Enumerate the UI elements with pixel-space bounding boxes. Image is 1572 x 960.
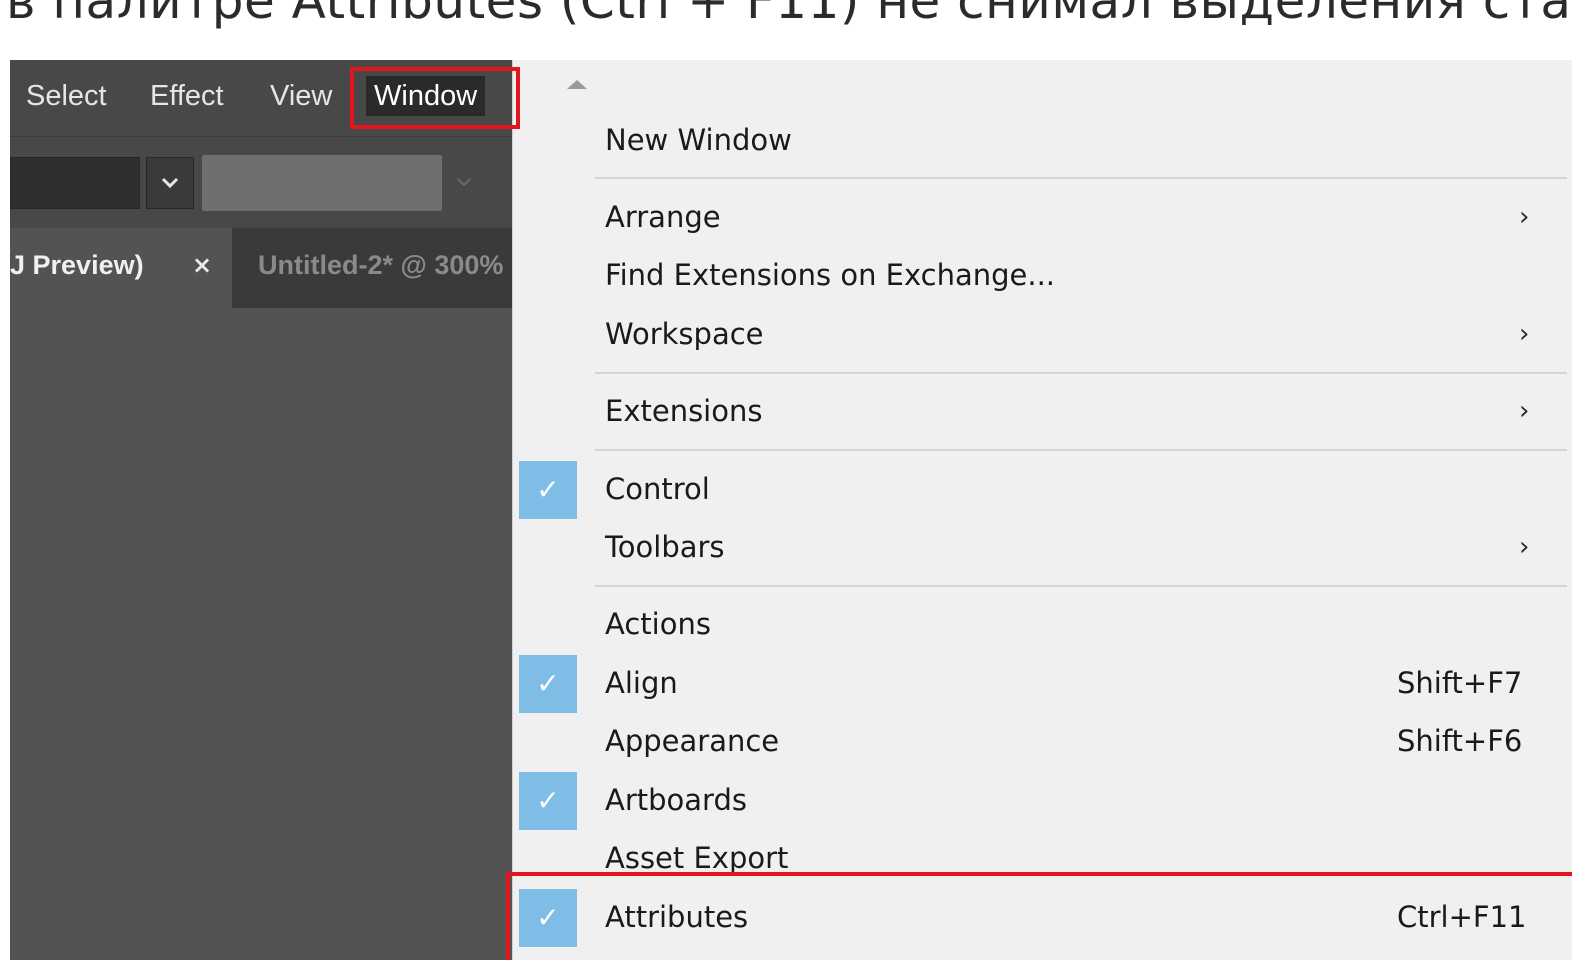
- tab-active-document[interactable]: J Preview) ×: [10, 228, 232, 308]
- submenu-arrow-icon: ›: [1519, 532, 1530, 562]
- menu-item-label: Arrange: [605, 200, 721, 234]
- menu-item-new-window[interactable]: New Window: [513, 112, 1572, 168]
- close-icon[interactable]: ×: [192, 250, 216, 280]
- menu-item-label: Align: [605, 666, 678, 700]
- highlight-attributes-item: [506, 872, 1572, 960]
- control-toolbar: [10, 136, 512, 228]
- menu-view[interactable]: View: [262, 76, 340, 116]
- toolbar-field[interactable]: [10, 157, 140, 209]
- menu-separator: [595, 585, 1567, 587]
- caption-text: в палитре Attributes (Ctrl + F11) не сни…: [6, 0, 1572, 30]
- menu-item-label: Toolbars: [605, 530, 725, 564]
- shortcut-label: Shift+F7: [1397, 666, 1523, 700]
- toolbar-input[interactable]: [202, 155, 442, 211]
- menu-item-artboards[interactable]: ✓ Artboards: [513, 772, 1572, 830]
- scroll-up-arrow-icon[interactable]: [567, 80, 587, 89]
- shortcut-label: Shift+F6: [1397, 724, 1523, 758]
- menu-item-arrange[interactable]: Arrange ›: [513, 189, 1572, 245]
- menu-item-label: Actions: [605, 607, 711, 641]
- disabled-chevron-icon: [454, 171, 474, 195]
- menu-item-label: Control: [605, 472, 710, 506]
- submenu-arrow-icon: ›: [1519, 319, 1530, 349]
- menu-item-align[interactable]: ✓ Align Shift+F7: [513, 655, 1572, 713]
- menu-item-actions[interactable]: Actions: [513, 596, 1572, 652]
- check-icon: ✓: [519, 772, 577, 830]
- menu-item-extensions[interactable]: Extensions ›: [513, 383, 1572, 439]
- menu-item-label: Appearance: [605, 724, 780, 758]
- menu-item-label: New Window: [605, 123, 792, 157]
- menu-effect[interactable]: Effect: [142, 76, 232, 116]
- menu-select[interactable]: Select: [18, 76, 115, 116]
- submenu-arrow-icon: ›: [1519, 202, 1530, 232]
- menu-separator: [595, 177, 1567, 179]
- document-tabbar: J Preview) × Untitled-2* @ 300%: [10, 228, 512, 308]
- tab-untitled-2[interactable]: Untitled-2* @ 300%: [258, 250, 503, 281]
- menu-item-workspace[interactable]: Workspace ›: [513, 306, 1572, 362]
- check-icon: ✓: [519, 655, 577, 713]
- chevron-down-icon[interactable]: [146, 157, 194, 209]
- menu-item-control[interactable]: ✓ Control: [513, 461, 1572, 519]
- menu-item-label: Artboards: [605, 783, 747, 817]
- canvas-area[interactable]: [10, 308, 512, 960]
- menu-item-find-extensions[interactable]: Find Extensions on Exchange...: [513, 247, 1572, 303]
- menu-separator: [595, 372, 1567, 374]
- illustrator-app: Select Effect View Window J Preview) × U…: [10, 60, 512, 960]
- menu-item-label: Workspace: [605, 317, 764, 351]
- highlight-window-menu: [350, 67, 520, 129]
- check-icon: ✓: [519, 461, 577, 519]
- menu-item-appearance[interactable]: Appearance Shift+F6: [513, 713, 1572, 769]
- menu-separator: [595, 449, 1567, 451]
- submenu-arrow-icon: ›: [1519, 396, 1530, 426]
- caption-strip: в палитре Attributes (Ctrl + F11) не сни…: [0, 0, 1572, 60]
- tab-label: J Preview): [10, 250, 144, 280]
- window-menu: New Window Arrange › Find Extensions on …: [512, 60, 1572, 960]
- menu-item-label: Find Extensions on Exchange...: [605, 258, 1056, 292]
- menu-item-label: Extensions: [605, 394, 763, 428]
- menu-item-toolbars[interactable]: Toolbars ›: [513, 519, 1572, 575]
